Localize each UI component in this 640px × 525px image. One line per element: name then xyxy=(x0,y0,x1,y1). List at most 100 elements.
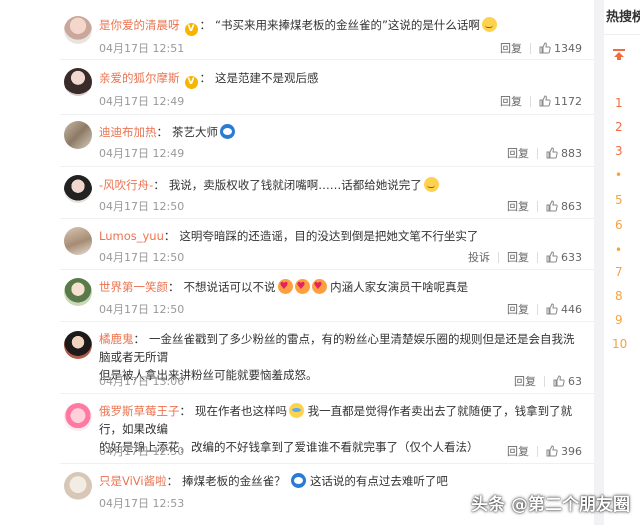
divider xyxy=(498,251,499,263)
comment-text: 世界第一笑颜：不想说话可以不说 内涵人家女演员干啥呢真是 xyxy=(99,278,582,296)
like-button[interactable]: 863 xyxy=(546,200,582,213)
username-link[interactable]: Lumos_yuu xyxy=(99,229,164,243)
comment-body: 这明夸暗踩的还造谣，目的没达到倒是把她文笔不行坐实了 xyxy=(179,229,479,243)
comment-meta: 04月17日 12:49 回复 1172 xyxy=(99,93,582,109)
username-link[interactable]: 世界第一笑颜 xyxy=(99,280,168,294)
hot-search-title: 热搜榜 xyxy=(606,10,640,25)
username-link[interactable]: -风吹行舟- xyxy=(99,178,153,192)
like-count: 1349 xyxy=(554,41,582,55)
comment-item: Lumos_yuu： 这明夸暗踩的还造谣，目的没达到倒是把她文笔不行坐实了 04月… xyxy=(0,219,594,270)
rank-6[interactable]: 6 xyxy=(615,218,623,232)
username-link[interactable]: 俄罗斯草莓王子 xyxy=(99,404,180,418)
reply-button[interactable]: 回复 xyxy=(507,249,529,265)
rank-7[interactable]: 7 xyxy=(615,265,623,279)
rank-1[interactable]: 1 xyxy=(615,96,623,110)
avatar[interactable] xyxy=(64,68,92,96)
reply-button[interactable]: 回复 xyxy=(507,145,529,161)
comment-text: 是你爱的清晨呀 V： “书买来用来捧煤老板的金丝雀的”这说的是什么话啊 xyxy=(99,16,582,36)
like-button[interactable]: 1349 xyxy=(539,42,582,55)
colon: ： xyxy=(153,178,165,192)
colon: ： xyxy=(199,71,212,85)
timestamp: 04月17日 12:51 xyxy=(99,42,185,55)
rank-9[interactable]: 9 xyxy=(615,313,623,327)
rank-10[interactable]: 10 xyxy=(612,337,627,351)
divider xyxy=(537,303,538,315)
colon: ： xyxy=(168,280,180,294)
vip-badge-icon: V xyxy=(184,76,198,89)
thumbs-up-icon xyxy=(546,147,558,159)
comment-body: 这是范建不是观后感 xyxy=(215,71,319,85)
reply-button[interactable]: 回复 xyxy=(507,301,529,317)
divider xyxy=(537,200,538,212)
avatar[interactable] xyxy=(64,227,92,255)
username-link[interactable]: 橘鹿鬼 xyxy=(99,332,134,346)
comment-item: 是你爱的清晨呀 V： “书买来用来捧煤老板的金丝雀的”这说的是什么话啊 04月17日… xyxy=(0,12,594,60)
comment-text: 只是ViVi酱啦： 捧煤老板的金丝雀？ 这话说的有点过去难听了吧 xyxy=(99,472,582,490)
avatar[interactable] xyxy=(64,175,92,203)
top-pin-icon[interactable] xyxy=(613,49,625,60)
rank-dot[interactable]: • xyxy=(615,243,622,257)
avatar[interactable] xyxy=(64,472,92,500)
divider xyxy=(544,375,545,387)
comment-item: 亲爱的狐尔摩斯 V：这是范建不是观后感 04月17日 12:49 回复 1172 xyxy=(0,60,594,115)
colon: ： xyxy=(179,404,192,418)
like-button[interactable]: 883 xyxy=(546,147,582,160)
colon: ： xyxy=(166,474,179,488)
thumbs-up-icon xyxy=(553,375,565,387)
reply-button[interactable]: 回复 xyxy=(507,198,529,214)
like-button[interactable]: 446 xyxy=(546,303,582,316)
comment-feed: 是你爱的清晨呀 V： “书买来用来捧煤老板的金丝雀的”这说的是什么话啊 04月17日… xyxy=(0,0,594,525)
colon: ： xyxy=(199,18,212,32)
username-link[interactable]: 亲爱的狐尔摩斯 xyxy=(99,71,180,85)
sidebar: 热搜榜 1 2 3 • 5 6 • 7 8 9 10 xyxy=(594,0,640,525)
comment-body: 捧煤老板的金丝雀？ xyxy=(182,474,286,488)
like-button[interactable]: 1172 xyxy=(539,95,582,108)
timestamp: 04月17日 12:50 xyxy=(99,303,185,316)
username-link[interactable]: 是你爱的清晨呀 xyxy=(99,18,180,32)
avatar[interactable] xyxy=(64,331,92,359)
comment-meta: 04月17日 13:06 回复 63 xyxy=(99,373,582,389)
divider xyxy=(537,445,538,457)
timestamp: 04月17日 13:06 xyxy=(99,375,185,388)
avatar[interactable] xyxy=(64,278,92,306)
rank-2[interactable]: 2 xyxy=(615,120,623,134)
report-button[interactable]: 投诉 xyxy=(468,249,490,265)
watermark-text: 头条 @第二个朋友圈 xyxy=(471,495,630,515)
love-emoji-icon xyxy=(294,278,310,296)
rank-5[interactable]: 5 xyxy=(615,193,623,207)
like-count: 1172 xyxy=(554,94,582,108)
divider xyxy=(604,34,640,35)
hot-search-card: 热搜榜 1 2 3 • 5 6 • 7 8 9 10 xyxy=(604,0,640,525)
comment-body: 一金丝雀戳到了多少粉丝的雷点，有的粉丝心里清楚娱乐圈的规则但是还是会自我洗脑或者… xyxy=(99,332,575,364)
reply-button[interactable]: 回复 xyxy=(500,40,522,56)
timestamp: 04月17日 12:50 xyxy=(99,445,185,458)
divider xyxy=(537,147,538,159)
avatar[interactable] xyxy=(64,403,92,431)
reply-button[interactable]: 回复 xyxy=(500,93,522,109)
timestamp: 04月17日 12:53 xyxy=(99,497,185,510)
username-link[interactable]: 只是ViVi酱啦 xyxy=(99,474,167,488)
comment-item: 俄罗斯草莓王子： 现在作者也这样吗 我一直都是觉得作者卖出去了就随便了，钱拿到了就… xyxy=(0,394,594,464)
rank-3[interactable]: 3 xyxy=(615,144,623,158)
thumbs-up-icon xyxy=(546,445,558,457)
vip-badge-icon: V xyxy=(184,23,198,36)
like-button[interactable]: 396 xyxy=(546,445,582,458)
comment-text: 迪迪布加热： 茶艺大师 xyxy=(99,123,582,141)
rank-8[interactable]: 8 xyxy=(615,289,623,303)
comment-item: 世界第一笑颜：不想说话可以不说 内涵人家女演员干啥呢真是 04月17日 12:5… xyxy=(0,270,594,322)
reply-button[interactable]: 回复 xyxy=(514,373,536,389)
avatar[interactable] xyxy=(64,16,92,44)
like-button[interactable]: 63 xyxy=(553,375,582,388)
colon: ： xyxy=(133,332,146,346)
comment-body-continued: 这话说的有点过去难听了吧 xyxy=(309,474,448,488)
timestamp: 04月17日 12:50 xyxy=(99,251,185,264)
avatar[interactable] xyxy=(64,121,92,149)
username-link[interactable]: 迪迪布加热 xyxy=(99,125,157,139)
comment-item: 迪迪布加热： 茶艺大师 04月17日 12:49 回复 883 xyxy=(0,115,594,167)
like-count: 863 xyxy=(561,199,582,213)
reply-button[interactable]: 回复 xyxy=(507,443,529,459)
smirk-emoji-icon xyxy=(423,177,439,192)
comment-body: “书买来用来捧煤老板的金丝雀的”这说的是什么话啊 xyxy=(215,18,480,32)
rank-dot[interactable]: • xyxy=(615,168,622,182)
like-button[interactable]: 633 xyxy=(546,251,582,264)
